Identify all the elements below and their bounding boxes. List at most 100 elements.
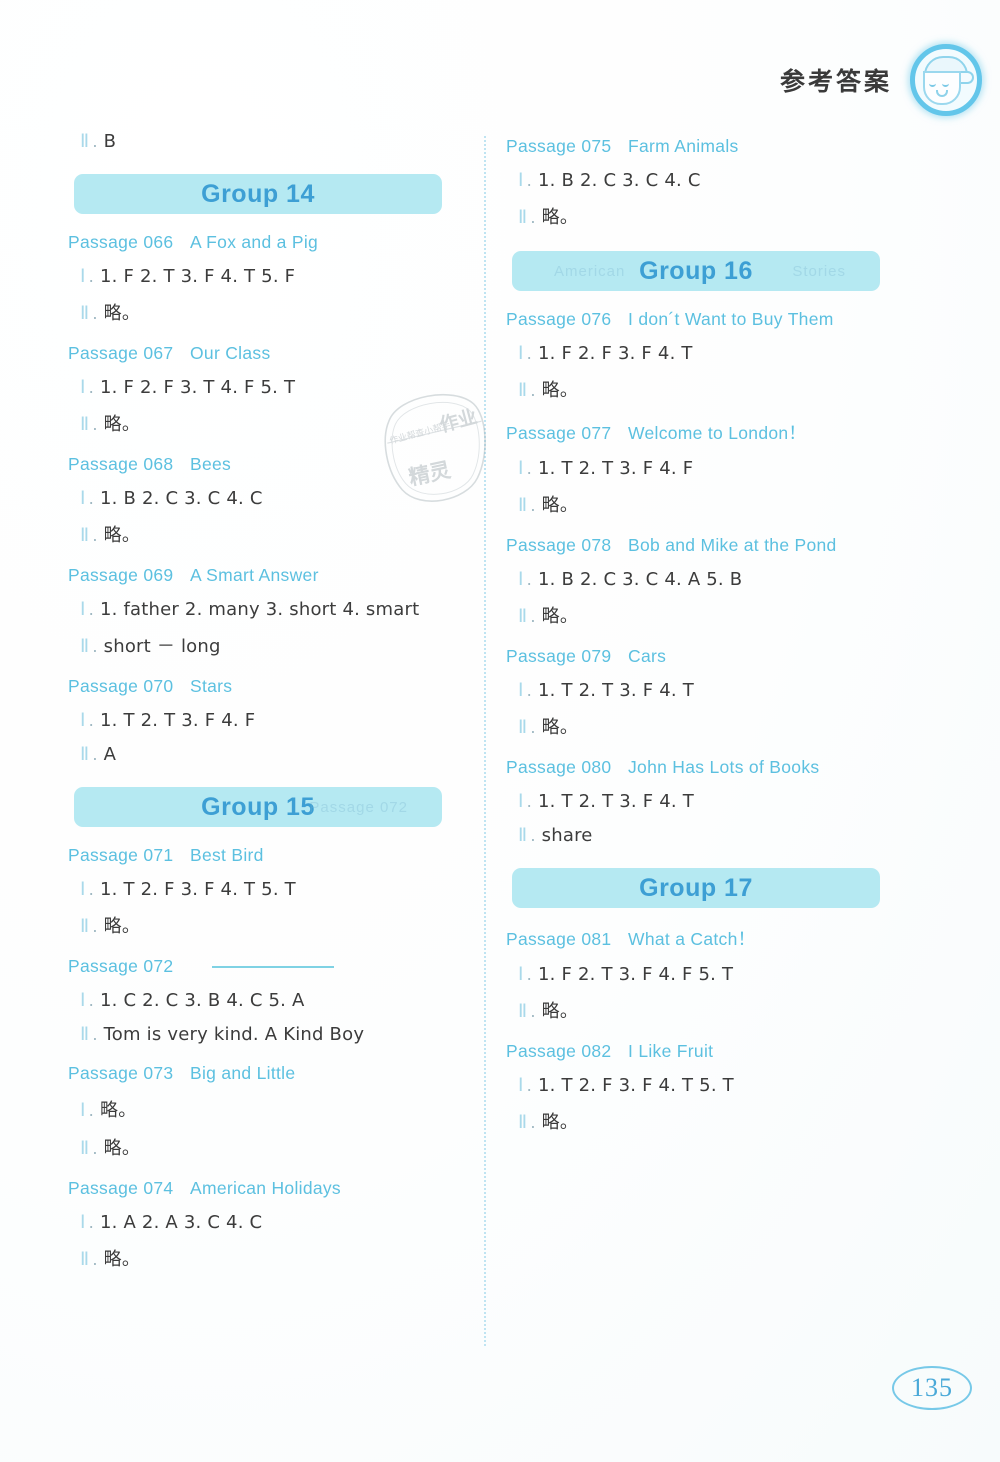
roman-numeral: Ⅰ bbox=[80, 599, 86, 620]
numeral-period: . bbox=[92, 635, 98, 656]
numeral-period: . bbox=[88, 376, 94, 397]
passage-title: John Has Lots of Books bbox=[628, 757, 820, 777]
blank-title-underline bbox=[212, 966, 334, 968]
passage-entry: Passage 078 Bob and Mike at the Pond Ⅰ. 1. … bbox=[506, 535, 906, 628]
roman-numeral: Ⅱ bbox=[518, 717, 528, 738]
answer-line: Ⅱ. 略。 bbox=[68, 410, 468, 436]
passage-number: Passage 069 bbox=[68, 565, 174, 585]
passage-entry: Passage 075 Farm Animals Ⅰ. 1. B 2. C 3. C … bbox=[506, 136, 906, 229]
answer-line: Ⅱ. 略。 bbox=[506, 713, 906, 739]
passage-entry: Passage 071 Best Bird Ⅰ. 1. T 2. F 3. F 4. … bbox=[68, 845, 468, 938]
roman-numeral: Ⅱ bbox=[80, 303, 90, 324]
numeral-period: . bbox=[92, 743, 98, 764]
group-title: Group 14 bbox=[201, 179, 315, 208]
answer-line: Ⅱ.B bbox=[80, 130, 117, 152]
roman-numeral: Ⅰ bbox=[518, 569, 524, 590]
group-title: Group 16 bbox=[639, 256, 753, 285]
roman-numeral: Ⅱ bbox=[80, 1024, 90, 1045]
answer-line: Ⅱ. share bbox=[506, 824, 906, 846]
passage-heading: Passage 081 What a Catch！ bbox=[506, 926, 906, 951]
passage-number: Passage 072 bbox=[68, 956, 174, 976]
passage-title: American Holidays bbox=[190, 1178, 341, 1198]
answer-line: Ⅰ. 1. A 2. A 3. C 4. C bbox=[68, 1211, 468, 1233]
answer-line: Ⅰ. 1. B 2. C 3. C 4. C bbox=[506, 169, 906, 191]
roman-numeral: Ⅰ bbox=[518, 458, 524, 479]
answer-line: Ⅱ. 略。 bbox=[68, 299, 468, 325]
passage-number: Passage 066 bbox=[68, 232, 174, 252]
group-banner: Group 15 Passage 072 bbox=[74, 787, 442, 827]
answer-text: 1. F 2. T 3. F 4. F 5. T bbox=[538, 964, 734, 985]
passage-number: Passage 070 bbox=[68, 676, 174, 696]
answer-text: 1. T 2. T 3. F 4. F bbox=[538, 458, 694, 479]
answer-line: Ⅱ. short － long bbox=[68, 632, 468, 658]
passage-heading: Passage 067 Our Class bbox=[68, 343, 468, 364]
passage-number: Passage 076 bbox=[506, 309, 612, 329]
numeral-period: . bbox=[92, 1137, 98, 1158]
passage-heading: Passage 071 Best Bird bbox=[68, 845, 468, 866]
answer-text: 略。 bbox=[541, 1001, 579, 1022]
answer-text: 略。 bbox=[541, 1112, 579, 1133]
answer-text: 略。 bbox=[103, 1249, 141, 1270]
roman-numeral: Ⅰ bbox=[80, 990, 86, 1011]
roman-numeral: Ⅰ bbox=[80, 1100, 86, 1121]
numeral-period: . bbox=[88, 1099, 94, 1120]
passage-title: I don´t Want to Buy Them bbox=[628, 309, 834, 329]
roman-numeral: Ⅰ bbox=[80, 377, 86, 398]
passage-number: Passage 068 bbox=[68, 454, 174, 474]
roman-numeral: Ⅱ bbox=[518, 1001, 528, 1022]
answer-line: Ⅱ. 略。 bbox=[68, 912, 468, 938]
answer-text: 略。 bbox=[541, 207, 579, 228]
answer-line: Ⅱ. 略。 bbox=[68, 521, 468, 547]
passage-heading: Passage 066 A Fox and a Pig bbox=[68, 232, 468, 253]
answer-line: Ⅰ. 1. T 2. T 3. F 4. F bbox=[68, 709, 468, 731]
numeral-period: . bbox=[526, 1074, 532, 1095]
passage-heading: Passage 077 Welcome to London！ bbox=[506, 420, 906, 445]
roman-numeral: Ⅱ bbox=[80, 916, 90, 937]
numeral-period: . bbox=[88, 989, 94, 1010]
answer-text: 1. T 2. T 3. F 4. T bbox=[538, 680, 694, 701]
numeral-period: . bbox=[530, 379, 536, 400]
numeral-period: . bbox=[88, 709, 94, 730]
numeral-period: . bbox=[92, 524, 98, 545]
answer-text: B bbox=[103, 131, 117, 152]
roman-numeral: Ⅱ bbox=[80, 744, 90, 765]
answer-line: Ⅰ. 1. F 2. F 3. T 4. F 5. T bbox=[68, 376, 468, 398]
passage-number: Passage 081 bbox=[506, 929, 612, 949]
answer-line: Ⅱ.A bbox=[68, 743, 468, 765]
roman-numeral: Ⅱ bbox=[518, 495, 528, 516]
numeral-period: . bbox=[530, 206, 536, 227]
passage-entry: Passage 068 Bees Ⅰ. 1. B 2. C 3. C 4. C Ⅱ. 略。 bbox=[68, 454, 468, 547]
passage-heading: Passage 072 bbox=[68, 956, 468, 977]
roman-numeral: Ⅰ bbox=[518, 170, 524, 191]
passage-heading: Passage 079 Cars bbox=[506, 646, 906, 667]
passage-heading: Passage 069 A Smart Answer bbox=[68, 565, 468, 586]
boy-with-cap-avatar-icon bbox=[910, 44, 982, 116]
answer-text: 1. F 2. T 3. F 4. T 5. F bbox=[100, 266, 296, 287]
passage-number: Passage 077 bbox=[506, 423, 612, 443]
passage-entry: Passage 070 Stars Ⅰ. 1. T 2. T 3. F 4. FⅡ.A bbox=[68, 676, 468, 765]
passage-entry: Passage 066 A Fox and a Pig Ⅰ. 1. F 2. T 3.… bbox=[68, 232, 468, 325]
answer-line: Ⅱ. Tom is very kind. A Kind Boy bbox=[68, 1023, 468, 1045]
numeral-period: . bbox=[526, 790, 532, 811]
answer-text: 1. F 2. F 3. T 4. F 5. T bbox=[100, 377, 296, 398]
passage-entry: Passage 076 I don´t Want to Buy Them Ⅰ. 1. … bbox=[506, 309, 906, 402]
answer-text: 1. T 2. T 3. F 4. T bbox=[538, 791, 694, 812]
answer-text: 略。 bbox=[103, 1138, 141, 1159]
passage-number: Passage 079 bbox=[506, 646, 612, 666]
numeral-period: . bbox=[88, 878, 94, 899]
roman-numeral: Ⅱ bbox=[80, 131, 90, 152]
roman-numeral: Ⅱ bbox=[80, 1249, 90, 1270]
answer-line: Ⅱ. 略。 bbox=[68, 1134, 468, 1160]
group-banner: American Group 16 Stories bbox=[512, 251, 880, 291]
roman-numeral: Ⅰ bbox=[518, 680, 524, 701]
passage-title: Bob and Mike at the Pond bbox=[628, 535, 837, 555]
answer-line: Ⅰ. 1. F 2. F 3. F 4. T bbox=[506, 342, 906, 364]
roman-numeral: Ⅱ bbox=[518, 606, 528, 627]
passage-entry: Passage 067 Our Class Ⅰ. 1. F 2. F 3. T 4. … bbox=[68, 343, 468, 436]
answer-line: Ⅰ. 1. T 2. T 3. F 4. T bbox=[506, 790, 906, 812]
passage-entry: Passage 073 Big and Little Ⅰ. 略。 Ⅱ. 略。 bbox=[68, 1063, 468, 1160]
answer-line: Ⅰ. 1. T 2. T 3. F 4. F bbox=[506, 457, 906, 479]
roman-numeral: Ⅱ bbox=[80, 636, 90, 657]
passage-title: Farm Animals bbox=[628, 136, 739, 156]
passage-entry: Passage 082 I Like Fruit Ⅰ. 1. T 2. F 3. F … bbox=[506, 1041, 906, 1134]
